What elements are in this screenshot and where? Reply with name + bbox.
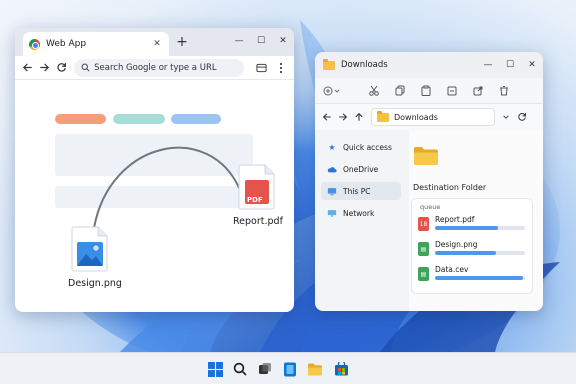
queue-item[interactable]: 18 Report.pdf [418, 215, 528, 235]
maximize-button[interactable]: ☐ [499, 52, 521, 78]
image-file-icon: ▤ [418, 242, 429, 256]
sidebar-item-label: Network [343, 208, 375, 218]
search-icon[interactable] [231, 360, 249, 378]
more-vert-icon[interactable] [272, 58, 290, 78]
share-icon[interactable] [467, 81, 489, 101]
network-icon [327, 209, 337, 217]
sidebar-item-onedrive[interactable]: OneDrive [321, 160, 401, 178]
new-icon[interactable] [321, 81, 343, 101]
store-icon[interactable] [332, 360, 350, 378]
browser-tab-title: Web App [46, 39, 87, 49]
browser-tab-strip: Web App ✕ + — ☐ ✕ [15, 28, 294, 56]
transfer-queue: queue 18 Report.pdf ▤ Design.png ▤ Data.… [411, 198, 533, 294]
progress-fill [435, 276, 524, 280]
copy-icon[interactable] [389, 81, 411, 101]
destination-folder-icon[interactable] [413, 146, 439, 166]
browser-tab[interactable]: Web App ✕ [23, 32, 169, 56]
file-explorer-icon[interactable] [306, 360, 324, 378]
delete-icon[interactable] [493, 81, 515, 101]
cloud-icon [327, 166, 337, 172]
windows-start-icon[interactable] [206, 360, 224, 378]
placeholder-pill-teal [113, 114, 165, 124]
explorer-command-bar [315, 78, 543, 104]
paste-icon[interactable] [415, 81, 437, 101]
explorer-title: Downloads [341, 60, 388, 70]
address-dropdown-icon[interactable] [498, 107, 514, 127]
close-button[interactable]: ✕ [272, 28, 294, 54]
navigation-pane: ★ Quick access OneDrive This PC Network [315, 130, 405, 311]
progress-bar [435, 226, 525, 230]
back-button[interactable] [19, 58, 36, 78]
explorer-titlebar: Downloads — ☐ ✕ [315, 52, 543, 78]
sidebar-item-label: Quick access [343, 142, 392, 152]
folder-icon [323, 58, 335, 70]
new-tab-button[interactable]: + [175, 34, 189, 50]
placeholder-pill-orange [55, 114, 106, 124]
sidebar-item-quick-access[interactable]: ★ Quick access [321, 138, 401, 156]
browser-toolbar [15, 56, 294, 80]
sidebar-item-network[interactable]: Network [321, 204, 401, 222]
minimize-button[interactable]: — [228, 28, 250, 54]
sidebar-item-label: OneDrive [343, 164, 379, 174]
report-file-label: Report.pdf [233, 216, 283, 227]
app-icon[interactable] [281, 360, 299, 378]
progress-bar [435, 251, 525, 255]
progress-fill [435, 251, 497, 255]
placeholder-block [55, 186, 253, 208]
tab-close-icon[interactable]: ✕ [151, 39, 163, 49]
queue-item-name: Data.cev [435, 265, 469, 274]
explorer-content: Destination Folder queue 18 Report.pdf ▤… [409, 130, 543, 311]
progress-bar [435, 276, 525, 280]
tab-search-icon[interactable] [252, 58, 270, 78]
forward-button[interactable] [36, 58, 53, 78]
explorer-address-row: Downloads [315, 104, 543, 130]
explorer-address-bar[interactable]: Downloads [371, 108, 495, 126]
monitor-icon [327, 187, 337, 195]
address-bar[interactable] [74, 58, 245, 77]
rename-icon[interactable] [441, 81, 463, 101]
back-arrow-icon [23, 63, 32, 72]
queue-item-name: Report.pdf [435, 215, 475, 224]
placeholder-pill-blue [171, 114, 221, 124]
taskbar [0, 352, 576, 384]
file-explorer-window: Downloads — ☐ ✕ Downloads ★ Quick access… [315, 52, 543, 311]
forward-arrow-icon [40, 63, 50, 72]
star-icon: ★ [328, 142, 336, 152]
image-file-icon[interactable] [71, 226, 109, 272]
explorer-body: ★ Quick access OneDrive This PC Network … [315, 130, 543, 311]
sidebar-item-label: This PC [343, 186, 371, 196]
close-button[interactable]: ✕ [521, 52, 543, 78]
address-path: Downloads [394, 112, 438, 122]
up-button[interactable] [351, 107, 367, 127]
queue-title: queue [420, 203, 441, 211]
forward-button[interactable] [335, 107, 351, 127]
minimize-button[interactable]: — [477, 52, 499, 78]
queue-item[interactable]: ▤ Design.png [418, 240, 528, 260]
back-button[interactable] [319, 107, 335, 127]
maximize-button[interactable]: ☐ [250, 28, 272, 54]
reload-icon [57, 62, 67, 72]
search-icon [81, 63, 90, 72]
pdf-file-icon: 18 [418, 217, 429, 231]
destination-folder-label: Destination Folder [413, 183, 487, 192]
refresh-button[interactable] [514, 107, 530, 127]
sidebar-item-this-pc[interactable]: This PC [321, 182, 401, 200]
queue-item-name: Design.png [435, 240, 478, 249]
cut-icon[interactable] [363, 81, 385, 101]
placeholder-block [55, 134, 253, 176]
pdf-badge: PDF [247, 196, 263, 204]
progress-fill [435, 226, 498, 230]
folder-icon [377, 110, 389, 122]
spreadsheet-file-icon: ▤ [418, 267, 429, 281]
omnibox-input[interactable] [94, 62, 235, 73]
reload-button[interactable] [53, 58, 70, 78]
design-file-label: Design.png [68, 278, 122, 289]
queue-item[interactable]: ▤ Data.cev [418, 265, 528, 285]
task-view-icon[interactable] [256, 360, 274, 378]
chrome-logo-icon [29, 38, 40, 50]
